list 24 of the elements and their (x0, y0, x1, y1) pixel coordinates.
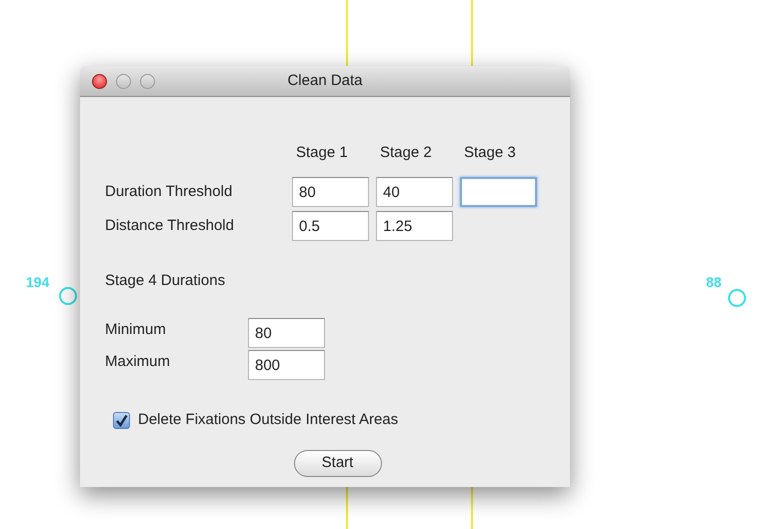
field-label: Distance Threshold (105, 216, 235, 236)
column-header: Stage 3 (463, 143, 517, 163)
checkbox[interactable] (113, 412, 130, 428)
checkbox-label: Delete Fixations Outside Interest Areas (138, 410, 398, 430)
field-label: Duration Threshold (105, 182, 234, 202)
close-button[interactable] (92, 74, 107, 89)
minimize-button[interactable] (116, 74, 131, 89)
input-field[interactable] (460, 177, 537, 207)
field-label: Minimum (105, 320, 167, 340)
input-field[interactable]: 80 (292, 177, 369, 207)
column-header: Stage 2 (379, 143, 433, 163)
input-field[interactable]: 1.25 (376, 211, 453, 241)
start-button[interactable]: Start (294, 450, 382, 477)
input-field[interactable]: 0.5 (292, 211, 369, 241)
zoom-button[interactable] (140, 74, 155, 89)
marker-label: 88 (706, 273, 722, 292)
input-field[interactable]: 80 (248, 318, 325, 348)
input-field[interactable]: 40 (376, 177, 453, 207)
column-header: Stage 1 (295, 143, 349, 163)
field-label: Maximum (105, 352, 172, 372)
window-title: Clean Data (287, 70, 363, 91)
section-heading: Stage 4 Durations (105, 271, 226, 291)
marker-label: 194 (26, 273, 50, 292)
input-field[interactable]: 800 (248, 350, 325, 380)
